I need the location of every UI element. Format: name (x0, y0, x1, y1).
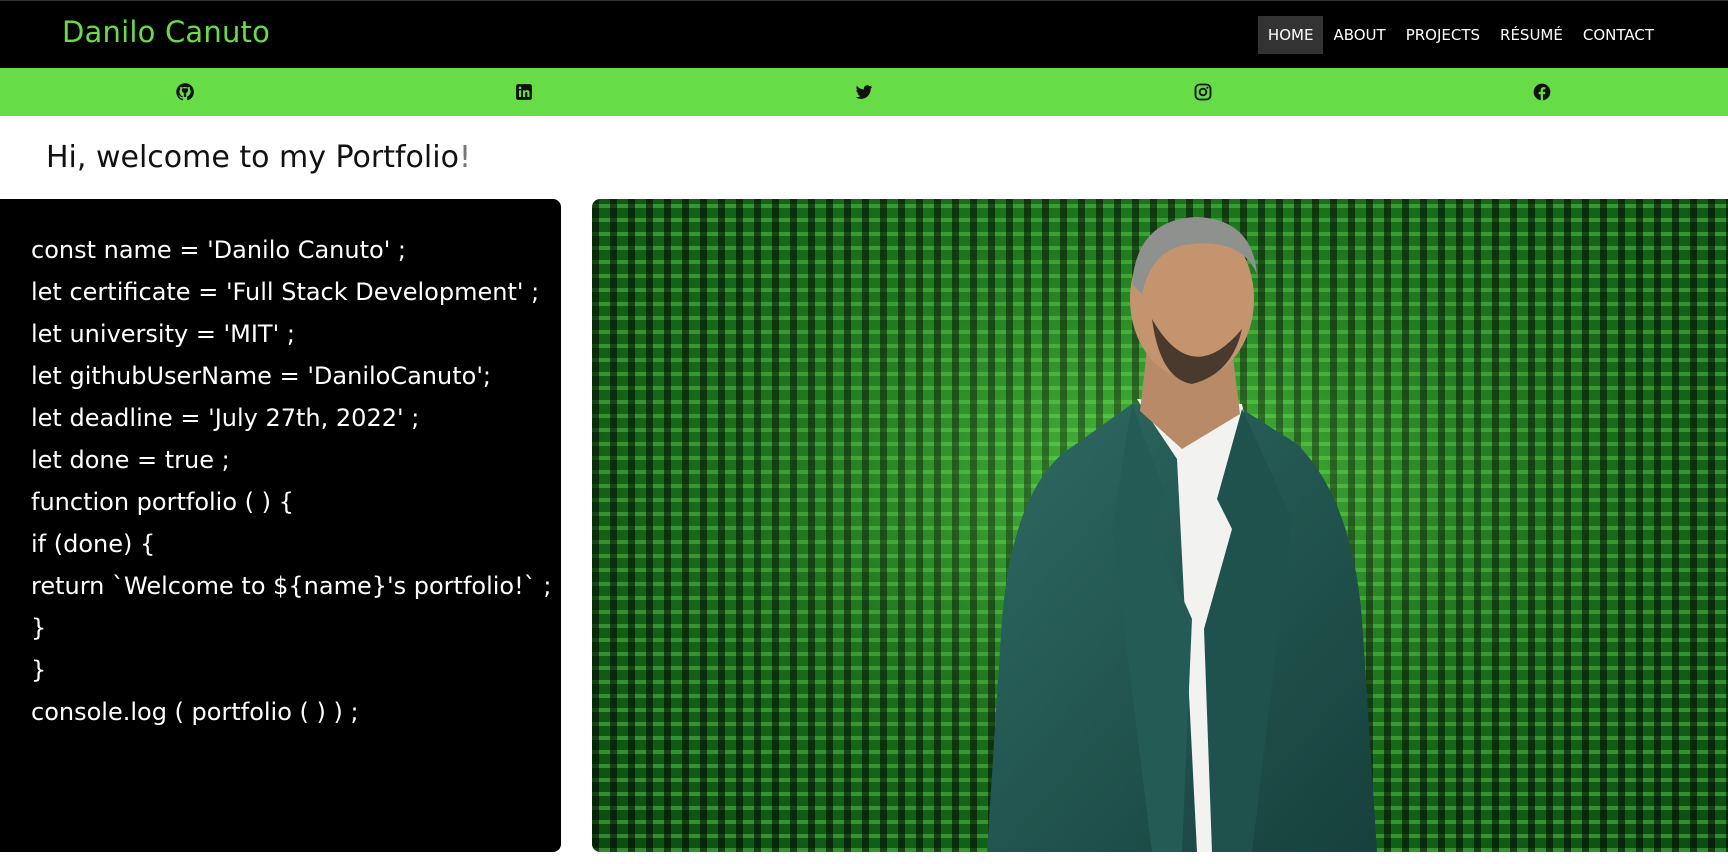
facebook-icon[interactable] (1532, 82, 1552, 102)
code-line: } (31, 656, 47, 684)
code-line: return `Welcome to ${name}'s portfolio!`… (31, 572, 552, 600)
code-line: let githubUserName = 'DaniloCanuto'; (31, 362, 491, 390)
nav-projects[interactable]: PROJECTS (1396, 16, 1490, 54)
nav-links: HOME ABOUT PROJECTS RÉSUMÉ CONTACT (1257, 16, 1728, 54)
nav-about[interactable]: ABOUT (1323, 16, 1395, 54)
code-line: function portfolio ( ) { (31, 488, 294, 516)
brand-logo[interactable]: Danilo Canuto (62, 15, 270, 49)
greeting-punctuation: ! (458, 140, 471, 175)
code-line: let done = true ; (31, 446, 230, 474)
instagram-icon[interactable] (1193, 82, 1213, 102)
code-line: let deadline = 'July 27th, 2022' ; (31, 404, 420, 432)
navbar: Danilo Canuto HOME ABOUT PROJECTS RÉSUMÉ… (0, 0, 1728, 68)
nav-home[interactable]: HOME (1257, 16, 1324, 54)
code-line: let certificate = 'Full Stack Developmen… (31, 278, 540, 306)
nav-contact[interactable]: CONTACT (1573, 16, 1664, 54)
code-line: console.log ( portfolio ( ) ) ; (31, 698, 359, 726)
twitter-icon[interactable] (854, 82, 874, 102)
nav-resume[interactable]: RÉSUMÉ (1490, 16, 1573, 54)
page-title: Hi, welcome to my Portfolio! (46, 140, 471, 175)
code-panel: const name = 'Danilo Canuto' ; let certi… (0, 199, 561, 852)
social-bar (0, 68, 1728, 116)
greeting-text: Hi, welcome to my Portfolio (46, 140, 459, 175)
github-icon[interactable] (175, 82, 195, 102)
code-line: } (31, 614, 47, 642)
code-line: if (done) { (31, 530, 156, 558)
code-line: const name = 'Danilo Canuto' ; (31, 236, 406, 264)
linkedin-icon[interactable] (514, 82, 534, 102)
hero-photo (592, 199, 1728, 852)
code-line: let university = 'MIT' ; (31, 320, 295, 348)
portrait-illustration (592, 199, 1728, 852)
